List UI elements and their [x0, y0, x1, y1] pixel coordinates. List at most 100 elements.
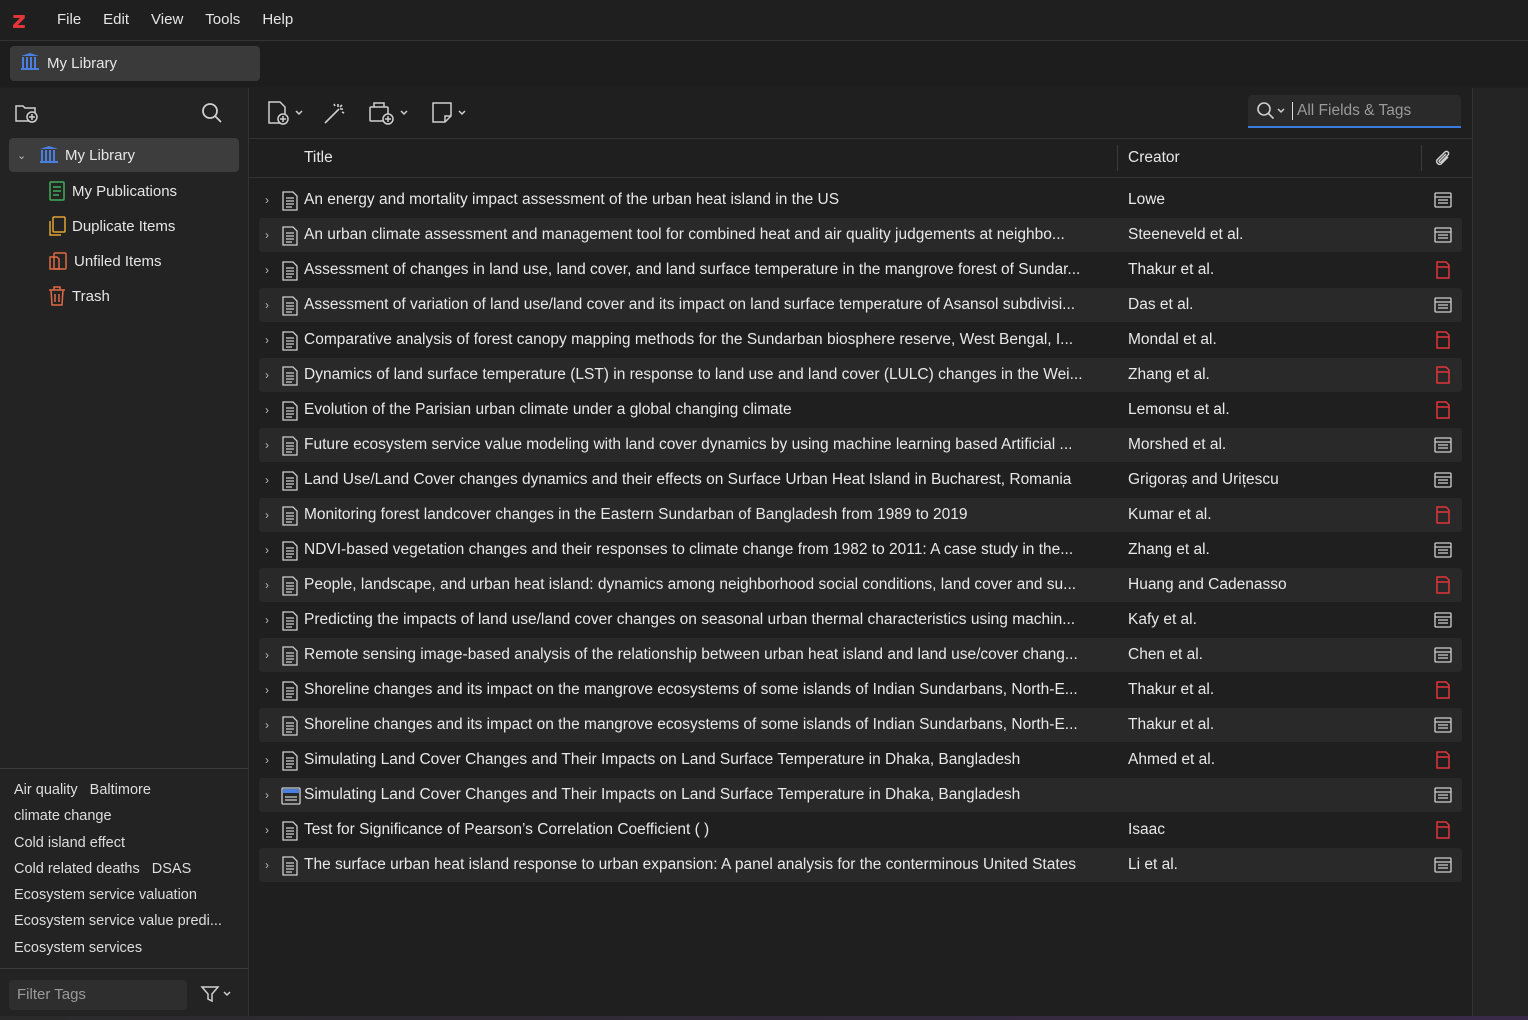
item-title: People, landscape, and urban heat island…: [304, 576, 1077, 593]
item-row[interactable]: › An urban climate assessment and managem…: [259, 218, 1462, 252]
item-row[interactable]: › Comparative analysis of forest canopy m…: [259, 323, 1462, 357]
snapshot-attachment-icon[interactable]: [1434, 296, 1452, 318]
item-row[interactable]: › Monitoring forest landcover changes in …: [259, 498, 1462, 532]
column-separator[interactable]: [1421, 145, 1422, 171]
menu-view[interactable]: View: [140, 0, 194, 40]
pdf-attachment-icon[interactable]: [1434, 261, 1452, 283]
search-collections-button[interactable]: [198, 100, 226, 126]
menu-file[interactable]: File: [46, 0, 92, 40]
tag[interactable]: climate change: [14, 808, 112, 824]
item-row[interactable]: › Remote sensing image-based analysis of …: [259, 638, 1462, 672]
tag[interactable]: Ecosystem service value predi...: [14, 913, 222, 929]
expand-chevron-icon[interactable]: ›: [265, 298, 269, 312]
item-row[interactable]: › People, landscape, and urban heat islan…: [259, 568, 1462, 602]
item-row[interactable]: › Future ecosystem service value modeling…: [259, 428, 1462, 462]
chevron-down-icon[interactable]: [1276, 106, 1286, 116]
snapshot-attachment-icon[interactable]: [1434, 856, 1452, 878]
item-row[interactable]: › Evolution of the Parisian urban climate…: [259, 393, 1462, 427]
items-pane: All Fields & Tags Title Creator › An ener…: [249, 88, 1472, 1020]
item-row[interactable]: › Simulating Land Cover Changes and Their…: [259, 743, 1462, 777]
new-note-button[interactable]: [430, 98, 467, 128]
expand-chevron-icon[interactable]: ›: [265, 648, 269, 662]
expand-chevron-icon[interactable]: ›: [265, 683, 269, 697]
expand-chevron-icon[interactable]: ›: [265, 228, 269, 242]
expand-chevron-icon[interactable]: ›: [265, 718, 269, 732]
tree-item-trash[interactable]: Trash: [48, 279, 238, 313]
column-separator[interactable]: [1117, 145, 1118, 171]
expand-chevron-icon[interactable]: ›: [265, 193, 269, 207]
tag[interactable]: Ecosystem services: [14, 940, 142, 956]
snapshot-attachment-icon[interactable]: [1434, 471, 1452, 493]
menu-edit[interactable]: Edit: [92, 0, 140, 40]
tag[interactable]: DSAS: [152, 861, 192, 877]
menu-tools[interactable]: Tools: [194, 0, 251, 40]
snapshot-attachment-icon[interactable]: [1434, 611, 1452, 633]
expand-chevron-icon[interactable]: ›: [265, 473, 269, 487]
tag-filter-menu-button[interactable]: [200, 984, 232, 1004]
column-title[interactable]: Title: [304, 149, 333, 167]
item-row[interactable]: › The surface urban heat island response …: [259, 848, 1462, 882]
collapse-chevron-icon[interactable]: ⌄: [17, 149, 31, 162]
snapshot-attachment-icon[interactable]: [1434, 436, 1452, 458]
tree-item-my-library[interactable]: ⌄ My Library: [9, 138, 239, 172]
tag[interactable]: Cold island effect: [14, 835, 125, 851]
snapshot-attachment-icon[interactable]: [1434, 646, 1452, 668]
pdf-attachment-icon[interactable]: [1434, 401, 1452, 423]
pdf-attachment-icon[interactable]: [1434, 681, 1452, 703]
pdf-attachment-icon[interactable]: [1434, 576, 1452, 598]
search-field[interactable]: All Fields & Tags: [1248, 95, 1461, 128]
tree-item-duplicate-items[interactable]: Duplicate Items: [48, 209, 238, 243]
attachments-column-icon[interactable]: [1433, 149, 1453, 174]
new-item-button[interactable]: [265, 98, 304, 128]
snapshot-attachment-icon[interactable]: [1434, 226, 1452, 248]
menu-help[interactable]: Help: [251, 0, 304, 40]
pdf-attachment-icon[interactable]: [1434, 366, 1452, 388]
item-row[interactable]: › Dynamics of land surface temperature (L…: [259, 358, 1462, 392]
tree-item-unfiled-items[interactable]: Unfiled Items: [48, 244, 238, 278]
pdf-attachment-icon[interactable]: [1434, 331, 1452, 353]
snapshot-attachment-icon[interactable]: [1434, 716, 1452, 738]
snapshot-attachment-icon[interactable]: [1434, 786, 1452, 808]
add-attachment-button[interactable]: [368, 98, 409, 128]
item-row[interactable]: › Test for Significance of Pearson’s Corr…: [259, 813, 1462, 847]
snapshot-attachment-icon[interactable]: [1434, 541, 1452, 563]
tag[interactable]: Air quality: [14, 782, 78, 798]
expand-chevron-icon[interactable]: ›: [265, 578, 269, 592]
item-row[interactable]: › Shoreline changes and its impact on the…: [259, 673, 1462, 707]
expand-chevron-icon[interactable]: ›: [265, 788, 269, 802]
item-row[interactable]: › Shoreline changes and its impact on the…: [259, 708, 1462, 742]
snapshot-attachment-icon[interactable]: [1434, 191, 1452, 213]
expand-chevron-icon[interactable]: ›: [265, 368, 269, 382]
expand-chevron-icon[interactable]: ›: [265, 753, 269, 767]
tag[interactable]: Cold related deaths: [14, 861, 140, 877]
expand-chevron-icon[interactable]: ›: [265, 438, 269, 452]
expand-chevron-icon[interactable]: ›: [265, 613, 269, 627]
search-icon[interactable]: [1256, 101, 1276, 121]
expand-chevron-icon[interactable]: ›: [265, 543, 269, 557]
expand-chevron-icon[interactable]: ›: [265, 508, 269, 522]
add-by-identifier-button[interactable]: [322, 98, 348, 128]
expand-chevron-icon[interactable]: ›: [265, 823, 269, 837]
column-creator[interactable]: Creator: [1128, 149, 1180, 167]
tag[interactable]: Baltimore: [90, 782, 151, 798]
item-title: The surface urban heat island response t…: [304, 856, 1077, 873]
item-row[interactable]: › An energy and mortality impact assessme…: [259, 183, 1462, 217]
tree-item-my-publications[interactable]: My Publications: [48, 174, 238, 208]
new-collection-button[interactable]: [13, 100, 41, 126]
expand-chevron-icon[interactable]: ›: [265, 263, 269, 277]
item-row[interactable]: › Simulating Land Cover Changes and Their…: [259, 778, 1462, 812]
tab-my-library[interactable]: My Library: [10, 46, 260, 81]
pdf-attachment-icon[interactable]: [1434, 506, 1452, 528]
item-row[interactable]: › Land Use/Land Cover changes dynamics an…: [259, 463, 1462, 497]
item-row[interactable]: › NDVI-based vegetation changes and their…: [259, 533, 1462, 567]
pdf-attachment-icon[interactable]: [1434, 821, 1452, 843]
expand-chevron-icon[interactable]: ›: [265, 333, 269, 347]
item-row[interactable]: › Predicting the impacts of land use/land…: [259, 603, 1462, 637]
tag[interactable]: Ecosystem service valuation: [14, 887, 197, 903]
expand-chevron-icon[interactable]: ›: [265, 858, 269, 872]
item-row[interactable]: › Assessment of changes in land use, land…: [259, 253, 1462, 287]
filter-tags-input[interactable]: Filter Tags: [9, 980, 187, 1010]
expand-chevron-icon[interactable]: ›: [265, 403, 269, 417]
item-row[interactable]: › Assessment of variation of land use/lan…: [259, 288, 1462, 322]
pdf-attachment-icon[interactable]: [1434, 751, 1452, 773]
